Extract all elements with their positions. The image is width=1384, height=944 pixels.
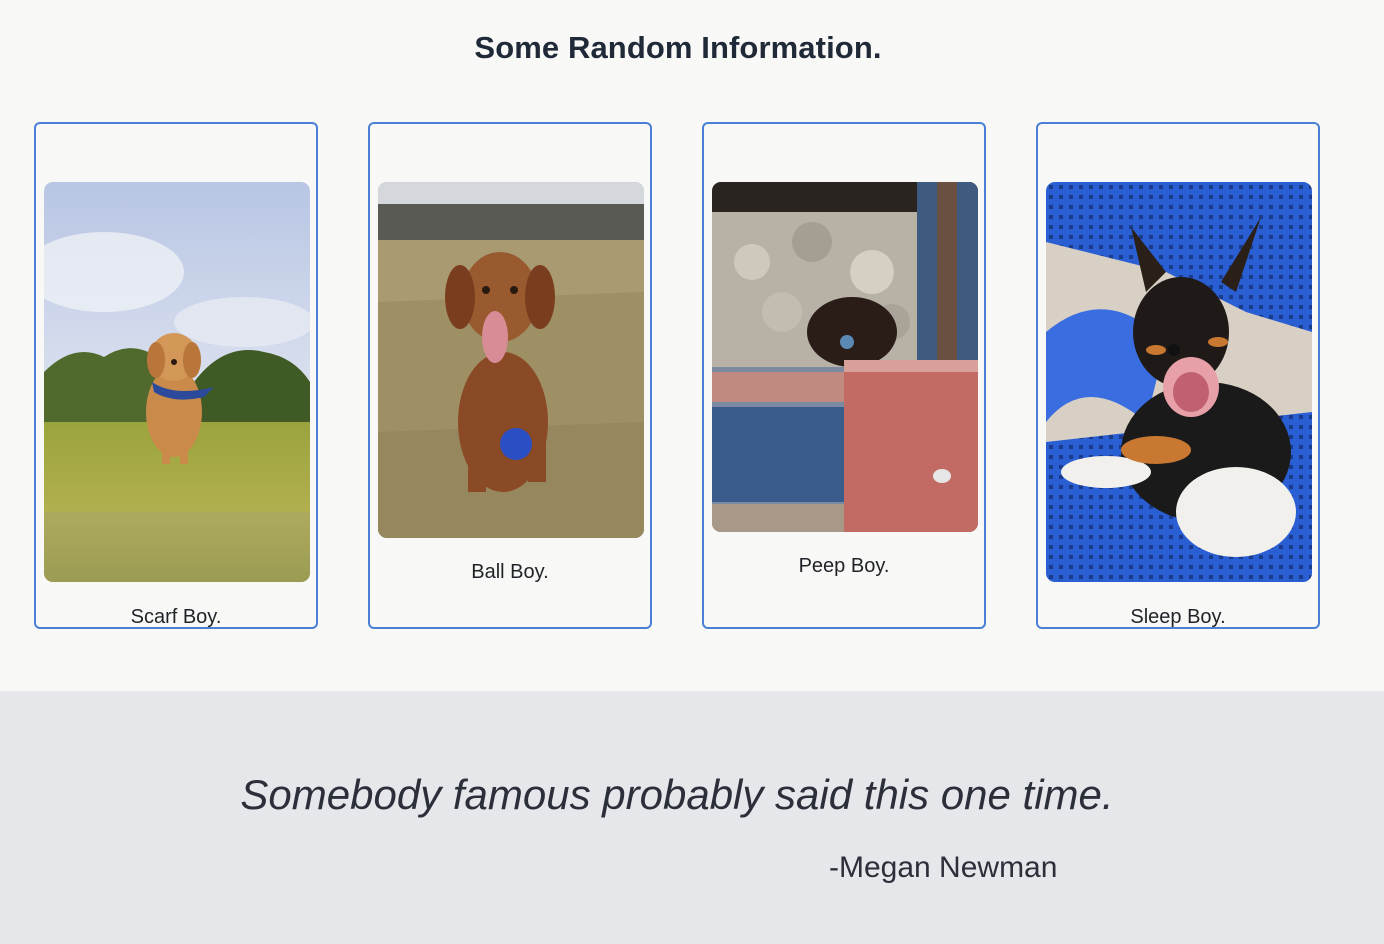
- card-sleep-boy: Sleep Boy.: [1036, 122, 1320, 629]
- brown-dog-photo: [378, 182, 644, 538]
- card-caption: Peep Boy.: [798, 555, 890, 577]
- card-ball-boy: Ball Boy.: [368, 122, 652, 629]
- quote-section: Somebody famous probably said this one t…: [0, 691, 1384, 944]
- card-photo: [712, 182, 978, 532]
- golden-retriever-photo: [44, 182, 310, 582]
- card-caption: Ball Boy.: [471, 561, 549, 583]
- card-photo: [1046, 182, 1312, 582]
- quote-author: -Megan Newman: [829, 851, 1058, 884]
- card-caption: Scarf Boy.: [130, 606, 222, 628]
- card-caption: Sleep Boy.: [1130, 606, 1226, 628]
- card-photo: [378, 182, 644, 538]
- yawning-puppy-photo: [1046, 182, 1312, 582]
- section-title: Some Random Information.: [474, 30, 882, 65]
- card-peep-boy: Peep Boy.: [702, 122, 986, 629]
- card-photo: [44, 182, 310, 582]
- card-scarf-boy: Scarf Boy.: [34, 122, 318, 629]
- peeking-puppy-photo: [712, 182, 978, 532]
- info-section: Some Random Information. Scarf Boy. Ball…: [0, 0, 1384, 691]
- quote-text: Somebody famous probably said this one t…: [240, 771, 1114, 818]
